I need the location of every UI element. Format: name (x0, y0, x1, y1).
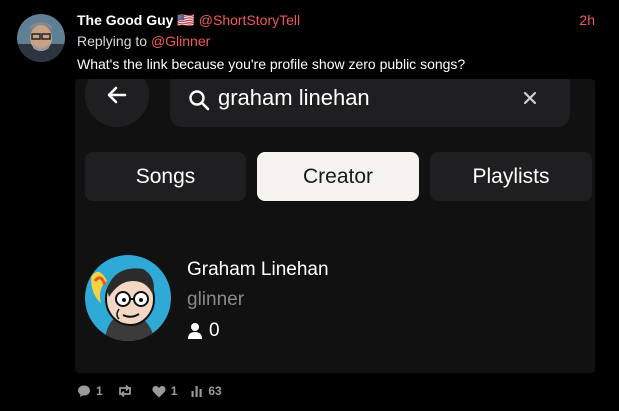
embedded-screenshot[interactable]: graham linehan Songs Creator Playlists G… (75, 79, 595, 373)
retweet-button[interactable] (117, 384, 138, 398)
follower-count-value: 0 (209, 320, 220, 341)
like-button[interactable]: 1 (152, 384, 178, 398)
timestamp[interactable]: 2h (579, 12, 595, 28)
tab-creator: Creator (257, 152, 419, 201)
heart-icon (152, 385, 166, 397)
creator-avatar (85, 255, 171, 341)
avatar[interactable] (17, 14, 65, 62)
arrow-left-icon (107, 86, 127, 104)
tweet-text: What's the link because you're profile s… (77, 56, 466, 72)
reply-icon (78, 385, 90, 397)
reply-button[interactable]: 1 (77, 384, 103, 398)
search-bar: graham linehan (170, 79, 570, 127)
cartoon-avatar-icon (85, 255, 171, 341)
close-icon (523, 91, 537, 105)
user-avatar-icon (17, 14, 65, 62)
views-button[interactable]: 63 (191, 384, 222, 398)
view-count: 63 (208, 384, 222, 398)
tweet-header: The Good Guy 🇺🇸 @ShortStoryTell (77, 12, 300, 29)
search-input: graham linehan (218, 85, 370, 110)
tweet-page: The Good Guy 🇺🇸 @ShortStoryTell 2h Replyi… (0, 0, 619, 411)
creator-handle: glinner (187, 289, 245, 310)
action-bar: 1 1 63 (77, 384, 236, 398)
person-icon (188, 323, 202, 339)
follower-count: 0 (187, 320, 220, 342)
tab-playlists: Playlists (430, 152, 592, 201)
replying-mention[interactable]: @Glinner (151, 33, 210, 49)
reply-count: 1 (96, 384, 103, 398)
user-handle[interactable]: @ShortStoryTell (199, 12, 300, 28)
like-count: 1 (170, 384, 178, 398)
bar-chart-icon (191, 386, 203, 397)
tab-songs: Songs (85, 152, 246, 201)
search-icon (189, 90, 210, 111)
replying-prefix: Replying to (77, 33, 148, 49)
back-button (85, 79, 149, 127)
replying-to: Replying to @Glinner (77, 33, 210, 49)
creator-name: Graham Linehan (187, 259, 329, 280)
display-name[interactable]: The Good Guy 🇺🇸 (77, 12, 195, 28)
retweet-icon (118, 384, 131, 398)
